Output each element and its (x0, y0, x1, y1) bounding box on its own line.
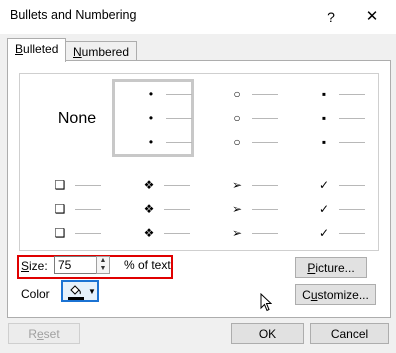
arrowhead-icon: ➢ (231, 226, 243, 240)
percent-of-text-label: % of text (124, 258, 171, 272)
four-diamond-icon: ❖ (143, 226, 155, 240)
filled-square-icon: ▪ (321, 87, 327, 101)
bullet-option-none[interactable]: None (38, 84, 116, 154)
tab-bulleted[interactable]: Bulleted (7, 38, 67, 62)
picture-button[interactable]: Picture... (295, 257, 367, 278)
current-color-bar (68, 297, 84, 300)
size-spinner[interactable]: ▲ ▼ (96, 256, 110, 274)
hollow-square-icon: ❑ (54, 226, 66, 240)
filled-dot-icon: • (148, 135, 154, 149)
four-diamond-icon: ❖ (143, 178, 155, 192)
cancel-button[interactable]: Cancel (310, 323, 389, 344)
arrowhead-icon: ➢ (231, 178, 243, 192)
close-icon[interactable]: ✕ (355, 4, 389, 30)
paint-bucket-icon (68, 284, 84, 300)
checkmark-icon: ✓ (318, 202, 330, 216)
none-label: None (57, 110, 97, 127)
bullet-option-arrowhead[interactable]: ➢ ➢ ➢ (230, 173, 318, 245)
checkmark-icon: ✓ (318, 226, 330, 240)
bullet-gallery: None • • • ○ ○ ○ ▪ ▪ ▪ ❑ ❑ ❑ ❖ ❖ ❖ ➢ ➢ ➢… (19, 73, 379, 251)
ok-button[interactable]: OK (231, 323, 304, 344)
size-input[interactable]: 75 (54, 256, 99, 274)
color-label: Color (21, 287, 50, 301)
bullet-option-filled-square[interactable]: ▪ ▪ ▪ (317, 82, 396, 154)
arrowhead-icon: ➢ (231, 202, 243, 216)
chevron-down-icon: ▼ (88, 286, 96, 296)
bullet-option-filled-dot[interactable]: • • • (144, 82, 232, 154)
help-icon[interactable]: ? (318, 4, 344, 30)
spin-up-icon[interactable]: ▲ (97, 257, 109, 265)
bullet-option-hollow-square[interactable]: ❑ ❑ ❑ (53, 173, 141, 245)
hollow-square-icon: ❑ (54, 202, 66, 216)
dialog-title: Bullets and Numbering (10, 8, 137, 22)
size-label: Size: (21, 259, 48, 273)
four-diamond-icon: ❖ (143, 202, 155, 216)
checkmark-icon: ✓ (318, 178, 330, 192)
mouse-cursor-icon (260, 292, 273, 315)
filled-square-icon: ▪ (321, 135, 327, 149)
hollow-square-icon: ❑ (54, 178, 66, 192)
hollow-circle-icon: ○ (233, 111, 241, 125)
spin-down-icon[interactable]: ▼ (97, 265, 109, 273)
hollow-circle-icon: ○ (233, 135, 241, 149)
reset-button[interactable]: Reset (8, 323, 80, 344)
filled-dot-icon: • (148, 111, 154, 125)
filled-square-icon: ▪ (321, 111, 327, 125)
bullet-option-hollow-circle[interactable]: ○ ○ ○ (230, 82, 318, 154)
color-picker-button[interactable]: ▼ (61, 280, 99, 302)
bullet-option-checkmark[interactable]: ✓ ✓ ✓ (317, 173, 396, 245)
tab-numbered[interactable]: Numbered (65, 41, 138, 62)
customize-button[interactable]: Customize... (295, 284, 376, 305)
bullet-option-four-diamond[interactable]: ❖ ❖ ❖ (142, 173, 230, 245)
hollow-circle-icon: ○ (233, 87, 241, 101)
filled-dot-icon: • (148, 87, 154, 101)
